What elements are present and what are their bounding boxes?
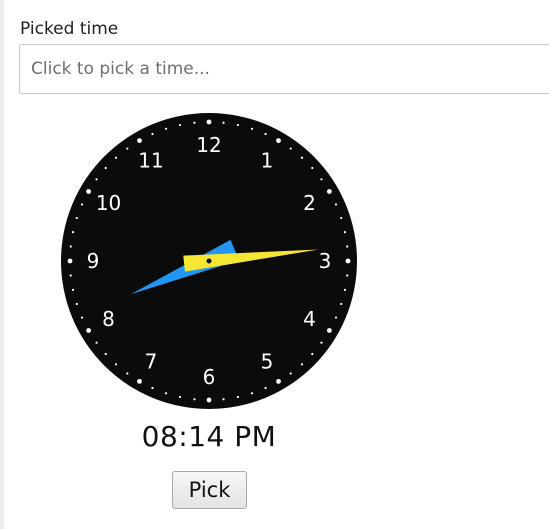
minute-tick bbox=[104, 166, 107, 170]
hour-tick bbox=[276, 138, 281, 144]
minute-tick bbox=[75, 302, 78, 306]
minute-tick bbox=[320, 178, 323, 181]
hour-tick bbox=[137, 138, 142, 144]
clock-number-5: 5 bbox=[261, 349, 274, 373]
minute-tick bbox=[151, 132, 154, 136]
minute-tick bbox=[289, 372, 292, 375]
minute-tick bbox=[311, 352, 314, 356]
clock-number-1: 1 bbox=[261, 149, 274, 173]
minute-tick bbox=[320, 341, 323, 344]
minute-tick bbox=[340, 216, 343, 220]
minute-tick bbox=[250, 392, 254, 395]
minute-tick bbox=[69, 274, 72, 277]
minute-tick bbox=[151, 386, 154, 390]
minute-tick bbox=[80, 316, 84, 319]
minute-tick bbox=[300, 363, 304, 366]
minute-tick bbox=[69, 245, 72, 248]
minute-tick bbox=[264, 386, 267, 390]
minute-tick bbox=[334, 203, 338, 206]
minute-tick bbox=[193, 121, 196, 124]
minute-tick bbox=[95, 341, 98, 344]
minute-tick bbox=[179, 395, 182, 399]
minute-tick bbox=[343, 288, 347, 291]
clock-number-12: 12 bbox=[196, 133, 221, 157]
clock-pivot bbox=[206, 258, 212, 264]
minute-tick bbox=[334, 316, 338, 319]
minute-tick bbox=[236, 123, 239, 127]
picked-time-input[interactable] bbox=[19, 44, 549, 94]
minute-tick bbox=[114, 363, 118, 366]
minute-tick bbox=[80, 203, 84, 206]
clock-face-svg[interactable]: 121234567891011 bbox=[59, 111, 359, 411]
hour-tick bbox=[326, 189, 332, 194]
minute-tick bbox=[75, 216, 78, 220]
minute-tick bbox=[126, 372, 129, 375]
clock-number-6: 6 bbox=[203, 365, 216, 389]
hour-tick bbox=[67, 258, 73, 264]
clock-number-9: 9 bbox=[87, 249, 100, 273]
minute-tick bbox=[236, 395, 239, 399]
minute-tick bbox=[340, 302, 343, 306]
minute-tick bbox=[164, 127, 168, 130]
minute-tick bbox=[343, 231, 347, 234]
hour-tick bbox=[137, 378, 142, 384]
clock-number-4: 4 bbox=[303, 307, 316, 331]
time-picker-page: Picked time 121234567891011 08:14 PM Pic… bbox=[0, 0, 549, 529]
minute-tick bbox=[179, 123, 182, 127]
hour-tick bbox=[206, 119, 212, 125]
left-border bbox=[0, 0, 4, 529]
hour-tick bbox=[326, 328, 332, 333]
clock-number-3: 3 bbox=[319, 249, 332, 273]
minute-tick bbox=[222, 121, 225, 124]
minute-tick bbox=[311, 166, 314, 170]
clock-number-7: 7 bbox=[145, 349, 158, 373]
minute-tick bbox=[164, 392, 168, 395]
clock-number-8: 8 bbox=[102, 307, 115, 331]
minute-tick bbox=[346, 274, 349, 277]
digital-time-display: 08:14 PM bbox=[141, 420, 277, 453]
minute-tick bbox=[71, 288, 75, 291]
minute-tick bbox=[95, 178, 98, 181]
picked-time-label: Picked time bbox=[20, 19, 119, 39]
hour-tick bbox=[206, 397, 212, 403]
minute-tick bbox=[193, 398, 196, 401]
analog-clock[interactable]: 12 1 2 3 4 5 6 7 8 9 10 11 bbox=[59, 111, 359, 411]
hour-tick bbox=[86, 328, 92, 333]
minute-tick bbox=[300, 156, 304, 159]
minute-tick bbox=[346, 245, 349, 248]
hour-tick bbox=[86, 189, 92, 194]
minute-tick bbox=[250, 127, 254, 130]
minute-tick bbox=[104, 352, 107, 356]
hour-tick bbox=[276, 378, 281, 384]
clock-number-10: 10 bbox=[96, 191, 121, 215]
minute-tick bbox=[71, 231, 75, 234]
hour-tick bbox=[345, 258, 351, 264]
minute-tick bbox=[126, 147, 129, 150]
pick-button[interactable]: Pick bbox=[172, 471, 247, 509]
clock-number-2: 2 bbox=[303, 191, 316, 215]
clock-number-11: 11 bbox=[138, 149, 163, 173]
minute-tick bbox=[222, 398, 225, 401]
minute-tick bbox=[264, 132, 267, 136]
minute-tick bbox=[114, 156, 118, 159]
minute-tick bbox=[289, 147, 292, 150]
